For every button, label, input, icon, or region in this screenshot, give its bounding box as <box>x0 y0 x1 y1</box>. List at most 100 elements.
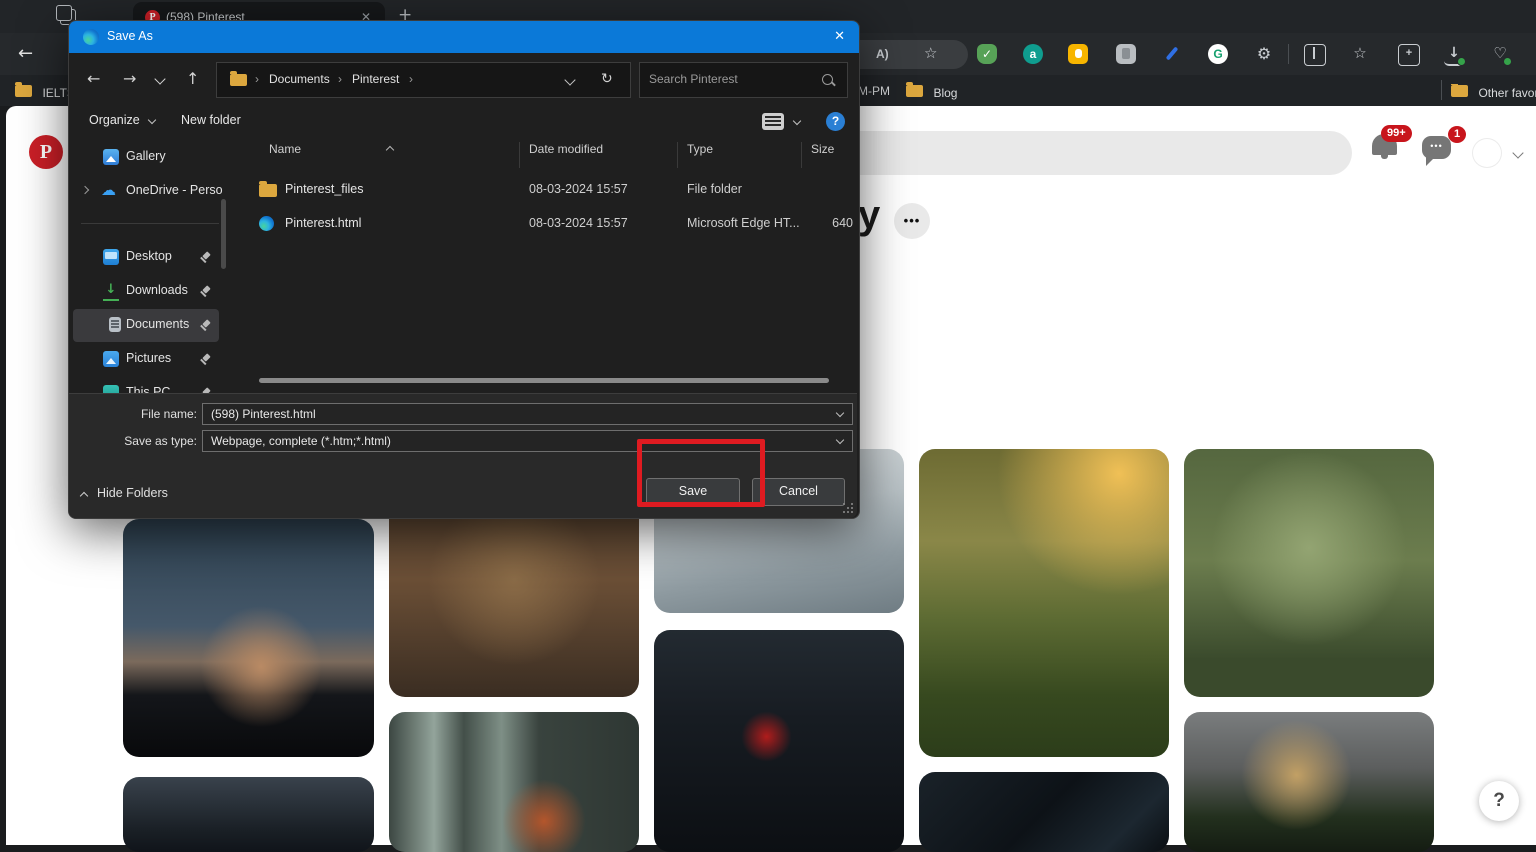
pin-image-black-swan[interactable] <box>654 630 904 852</box>
column-divider[interactable] <box>677 142 678 168</box>
messages-icon[interactable]: ••• <box>1422 136 1451 159</box>
horizontal-scrollbar[interactable] <box>259 378 829 383</box>
pin-icon <box>199 251 211 263</box>
dialog-close-icon[interactable]: ✕ <box>834 29 845 44</box>
address-breadcrumb[interactable]: › Documents › Pinterest › ↻ <box>216 62 631 98</box>
refresh-icon[interactable]: ↻ <box>601 71 613 87</box>
breadcrumb-pinterest[interactable]: Pinterest <box>352 63 399 96</box>
ext-pen-icon[interactable] <box>1162 44 1182 64</box>
expand-chevron-icon[interactable] <box>81 186 89 194</box>
nav-forward-icon[interactable]: → <box>123 71 136 87</box>
pin-icon <box>199 319 211 331</box>
ext-keep-icon[interactable] <box>1068 44 1088 64</box>
ext-grammarly-icon[interactable]: G <box>1208 44 1228 64</box>
save-type-label: Save as type: <box>79 434 197 448</box>
more-options-button[interactable]: ••• <box>894 203 930 239</box>
folder-icon <box>15 85 32 97</box>
organize-chevron-icon <box>148 116 156 124</box>
save-highlight-annotation <box>637 439 765 507</box>
nav-recent-chevron-icon[interactable] <box>154 73 165 84</box>
folder-icon <box>906 85 923 97</box>
file-row[interactable]: Pinterest_files 08-03-2024 15:57 File fo… <box>231 173 859 207</box>
pin-image-horse-rider[interactable] <box>123 519 374 757</box>
nav-up-icon[interactable]: ↑ <box>186 71 199 87</box>
favorites-folder-ielts[interactable]: IELTS <box>15 84 75 102</box>
extensions-gear-icon[interactable]: ⚙ <box>1254 44 1274 64</box>
sidebar-item-documents-selected[interactable]: Documents <box>73 309 219 342</box>
sidebar-label: This PC <box>126 385 170 393</box>
favorite-star-icon[interactable]: ☆ <box>924 44 937 62</box>
browser-essentials-icon[interactable]: ♡ <box>1490 44 1510 64</box>
dialog-sidebar: Gallery ☁ OneDrive - Perso Desktop ↓ Dow… <box>69 139 231 393</box>
organize-menu[interactable]: Organize <box>89 113 140 127</box>
column-header-date[interactable]: Date modified <box>529 142 603 156</box>
ext-grey-icon[interactable] <box>1116 44 1136 64</box>
file-name: Pinterest_files <box>285 182 364 196</box>
pin-image-dark-tree[interactable] <box>123 777 374 852</box>
pin-image-dark-branch[interactable] <box>919 772 1169 852</box>
split-screen-icon[interactable] <box>1304 44 1326 66</box>
sort-ascending-icon <box>386 146 394 154</box>
pen-glyph <box>1166 46 1179 60</box>
pinterest-logo[interactable]: P <box>29 135 63 169</box>
file-row[interactable]: Pinterest.html 08-03-2024 15:57 Microsof… <box>231 207 859 241</box>
favorites-item-mpm-fragment[interactable]: M-PM <box>858 84 890 98</box>
file-name: Pinterest.html <box>285 216 361 230</box>
dialog-help-icon[interactable]: ? <box>826 112 845 131</box>
folder-icon <box>259 184 277 197</box>
file-date: 08-03-2024 15:57 <box>529 182 628 196</box>
grey-glyph <box>1122 48 1130 59</box>
ext-adguard-icon[interactable]: ✓ <box>977 44 997 64</box>
column-header-type[interactable]: Type <box>687 142 713 156</box>
cancel-button[interactable]: Cancel <box>752 478 845 506</box>
favorites-divider <box>1441 80 1442 100</box>
sidebar-label: Desktop <box>126 249 172 263</box>
hide-folders-button[interactable]: Hide Folders <box>97 486 168 500</box>
view-options-icon[interactable] <box>762 113 784 130</box>
downloads-icon[interactable]: ↓ <box>1444 44 1464 66</box>
favorites-folder-blog[interactable]: Blog <box>906 84 957 102</box>
dialog-search-input[interactable] <box>641 64 816 94</box>
resize-grip[interactable] <box>843 503 853 513</box>
this-pc-icon <box>103 385 119 393</box>
collections-icon[interactable]: + <box>1398 44 1420 66</box>
sidebar-label: Downloads <box>126 283 188 297</box>
pin-image-girl-bunny[interactable] <box>1184 449 1434 697</box>
sidebar-scrollbar[interactable] <box>221 199 226 269</box>
sidebar-label: Pictures <box>126 351 171 365</box>
sidebar-item-downloads[interactable]: ↓ Downloads <box>69 275 231 308</box>
nav-back-icon[interactable]: ← <box>87 71 100 87</box>
help-button[interactable]: ? <box>1479 781 1519 821</box>
sidebar-item-desktop[interactable]: Desktop <box>69 241 231 274</box>
sidebar-item-onedrive[interactable]: ☁ OneDrive - Perso <box>69 175 231 208</box>
view-options-chevron-icon[interactable] <box>793 117 801 125</box>
address-dropdown-chevron-icon[interactable] <box>564 74 575 85</box>
ext-amazon-icon[interactable]: a <box>1023 44 1043 64</box>
favorites-list-icon[interactable]: ☆ <box>1350 44 1370 64</box>
favorites-folder-other[interactable]: Other favorites <box>1451 84 1536 102</box>
dialog-title: Save As <box>107 29 153 43</box>
back-icon[interactable]: ← <box>18 43 33 64</box>
file-name-input[interactable] <box>202 403 853 425</box>
new-folder-button[interactable]: New folder <box>181 113 241 127</box>
column-divider[interactable] <box>801 142 802 168</box>
downloads-folder-icon: ↓ <box>103 283 119 301</box>
pin-image-redhead-window[interactable] <box>389 712 639 852</box>
sidebar-item-pictures[interactable]: Pictures <box>69 343 231 376</box>
column-header-size[interactable]: Size <box>811 142 834 156</box>
file-size: 640 <box>823 216 853 230</box>
sidebar-item-this-pc[interactable]: This PC <box>69 377 231 393</box>
sidebar-label: OneDrive - Perso <box>126 183 223 197</box>
read-aloud-icon[interactable]: A) <box>876 47 889 61</box>
breadcrumb-documents[interactable]: Documents <box>269 63 330 96</box>
pin-image-wheelchair-dog[interactable] <box>919 449 1169 757</box>
sidebar-label: Gallery <box>126 149 166 163</box>
sidebar-item-gallery[interactable]: Gallery <box>69 141 231 174</box>
column-divider[interactable] <box>519 142 520 168</box>
sidebar-separator <box>81 223 219 224</box>
search-magnifier-icon <box>822 74 833 85</box>
breadcrumb-separator: › <box>255 63 259 96</box>
pin-image-clouds-forest[interactable] <box>1184 712 1434 852</box>
column-header-name[interactable]: Name <box>269 142 301 156</box>
file-type: File folder <box>687 182 742 196</box>
